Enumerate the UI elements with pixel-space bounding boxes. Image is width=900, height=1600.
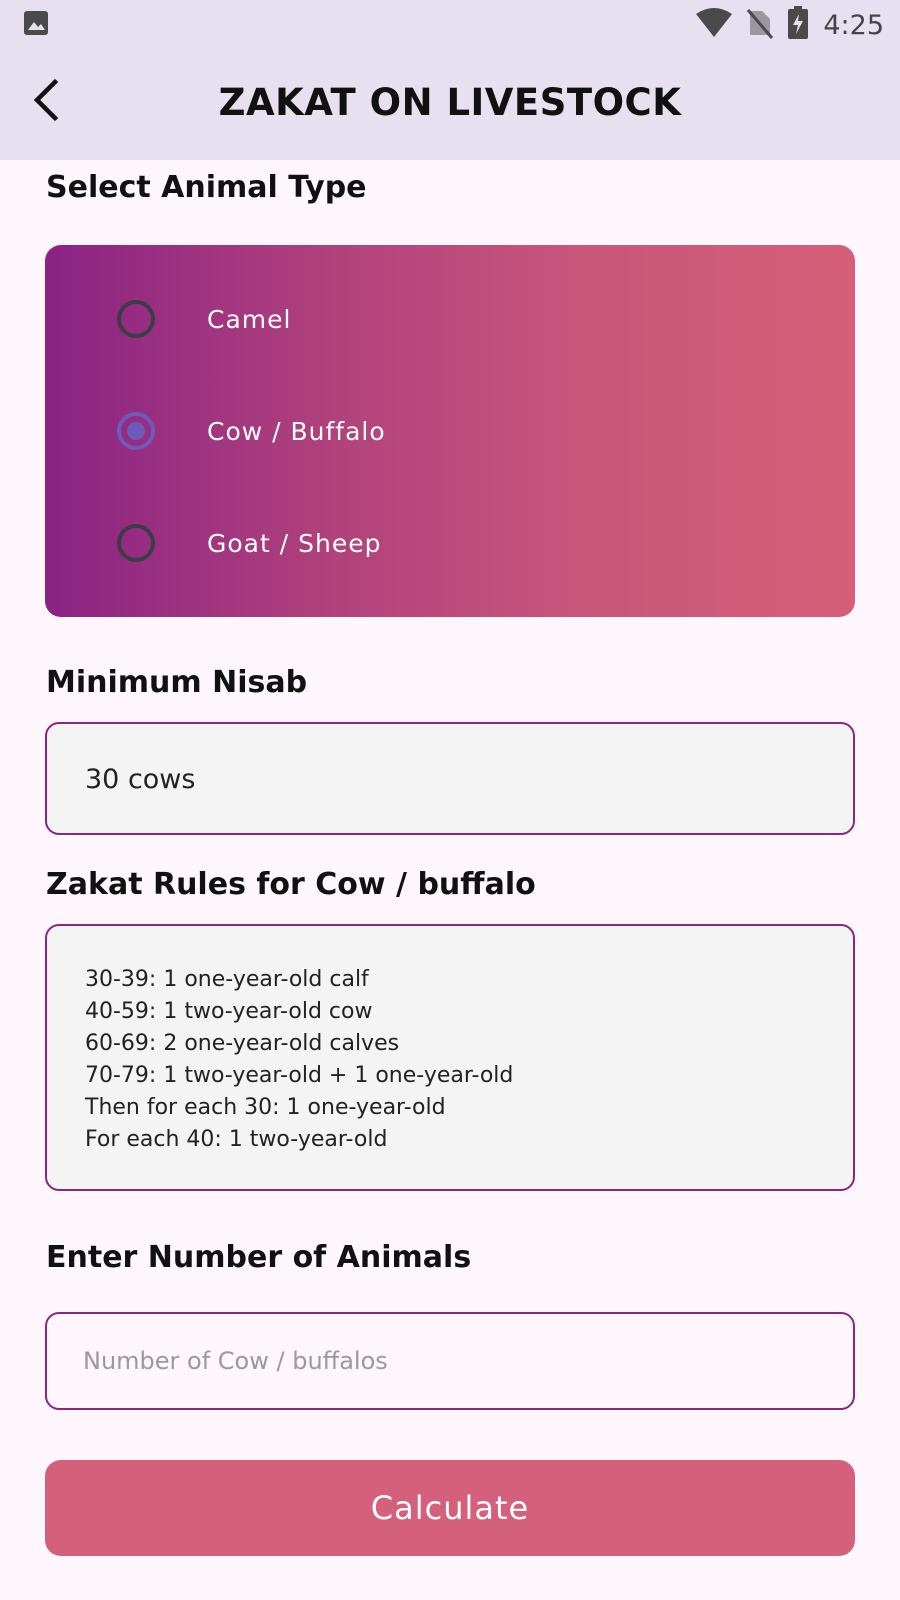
image-icon	[22, 9, 50, 41]
cow-buffalo-label: Cow / Buffalo	[207, 416, 386, 446]
rule-line: Then for each 30: 1 one-year-old	[85, 1095, 446, 1120]
animal-type-label: Select Animal Type	[46, 170, 367, 205]
animal-count-field[interactable]	[45, 1312, 855, 1410]
app-bar: ZAKAT ON LIVESTOCK	[0, 50, 900, 160]
rule-line: 60-69: 2 one-year-old calves	[85, 1031, 400, 1056]
goat-sheep-label: Goat / Sheep	[207, 528, 382, 558]
status-bar: 4:25	[0, 0, 900, 50]
camel-label: Camel	[207, 304, 292, 334]
nisab-field: 30 cows	[45, 722, 855, 835]
animal-count-label: Enter Number of Animals	[46, 1240, 472, 1275]
rules-text: 30-39: 1 one-year-old calf 40-59: 1 two-…	[85, 964, 513, 1156]
page-title: ZAKAT ON LIVESTOCK	[218, 80, 682, 124]
rule-line: 40-59: 1 two-year-old cow	[85, 999, 373, 1024]
no-sim-icon	[747, 7, 774, 43]
animal-count-input[interactable]	[83, 1314, 813, 1408]
nisab-value: 30 cows	[85, 764, 196, 795]
rule-line: 70-79: 1 two-year-old + 1 one-year-old	[85, 1063, 514, 1088]
animal-type-card: Camel Cow / Buffalo Goat / Sheep	[45, 245, 855, 617]
rules-label: Zakat Rules for Cow / buffalo	[46, 867, 536, 902]
goat-sheep-radio[interactable]	[117, 524, 155, 562]
option-camel[interactable]: Camel	[45, 284, 855, 354]
back-button[interactable]	[22, 78, 70, 126]
status-time: 4:25	[823, 9, 884, 41]
option-goat-sheep[interactable]: Goat / Sheep	[45, 508, 855, 578]
back-arrow-icon	[29, 78, 63, 126]
calculate-button[interactable]: Calculate	[45, 1460, 855, 1556]
cow-buffalo-radio[interactable]	[117, 412, 155, 450]
nisab-label: Minimum Nisab	[46, 665, 308, 700]
rule-line: 30-39: 1 one-year-old calf	[85, 967, 369, 992]
wifi-icon	[695, 8, 733, 42]
option-cow-buffalo[interactable]: Cow / Buffalo	[45, 396, 855, 466]
battery-charging-icon	[787, 6, 809, 44]
rules-field: 30-39: 1 one-year-old calf 40-59: 1 two-…	[45, 924, 855, 1191]
rule-line: For each 40: 1 two-year-old	[85, 1127, 388, 1152]
camel-radio[interactable]	[117, 300, 155, 338]
